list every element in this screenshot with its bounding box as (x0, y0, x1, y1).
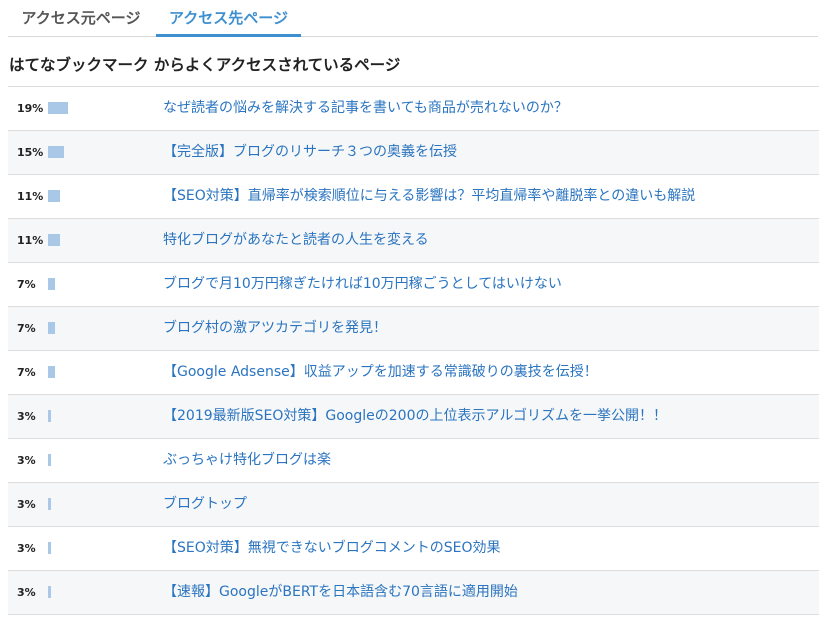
tab-bar: アクセス元ページ アクセス先ページ (8, 0, 818, 37)
list-item: 3% ぶっちゃけ特化ブログは楽 (8, 439, 819, 483)
list-item: 3% ブログトップ (8, 483, 819, 527)
percent-bar (48, 586, 51, 598)
page-title-link[interactable]: 【SEO対策】直帰率が検索順位に与える影響は？平均直帰率や離脱率との違いも解説 (163, 175, 695, 218)
list-item: 19% なぜ読者の悩みを解決する記事を書いても商品が売れないのか？ (8, 87, 819, 131)
tab-access-destination[interactable]: アクセス先ページ (156, 0, 301, 37)
percent-label: 11% (17, 234, 44, 247)
percent-label: 15% (17, 146, 44, 159)
list-item: 3% 【2019最新版SEO対策】Googleの200の上位表示アルゴリズムを一… (8, 395, 819, 439)
percent-bar (48, 366, 55, 378)
section-title: はてなブックマーク からよくアクセスされているページ (9, 56, 401, 74)
list-item: 15% 【完全版】ブログのリサーチ３つの奥義を伝授 (8, 131, 819, 175)
percent-label: 7% (17, 322, 36, 335)
list-item: 3% 【速報】GoogleがBERTを日本語含む70言語に適用開始 (8, 571, 819, 615)
page-title-link[interactable]: 【完全版】ブログのリサーチ３つの奥義を伝授 (163, 131, 457, 174)
percent-label: 3% (17, 498, 36, 511)
page-title-link[interactable]: 【速報】GoogleがBERTを日本語含む70言語に適用開始 (163, 571, 518, 614)
percent-bar (48, 190, 60, 202)
percent-label: 11% (17, 190, 44, 203)
tab-access-source[interactable]: アクセス元ページ (8, 0, 154, 36)
percent-bar (48, 498, 51, 510)
percent-label: 3% (17, 542, 36, 555)
page-title-link[interactable]: 【SEO対策】無視できないブログコメントのSEO効果 (163, 527, 501, 570)
list-item: 11% 特化ブログがあなたと読者の人生を変える (8, 219, 819, 263)
list-item: 3% 【SEO対策】無視できないブログコメントのSEO効果 (8, 527, 819, 571)
page-title-link[interactable]: ぶっちゃけ特化ブログは楽 (163, 439, 331, 482)
page-title-link[interactable]: ブログトップ (163, 483, 247, 526)
page-title-link[interactable]: ブログ村の激アツカテゴリを発見！ (163, 307, 387, 350)
page-title-link[interactable]: 【2019最新版SEO対策】Googleの200の上位表示アルゴリズムを一挙公開… (163, 395, 667, 438)
page-title-link[interactable]: なぜ読者の悩みを解決する記事を書いても商品が売れないのか？ (163, 87, 568, 130)
percent-label: 3% (17, 586, 36, 599)
percent-label: 7% (17, 278, 36, 291)
percent-label: 3% (17, 410, 36, 423)
page-title-link[interactable]: ブログで月10万円稼ぎたければ10万円稼ごうとしてはいけない (163, 263, 562, 306)
percent-bar (48, 146, 64, 158)
percent-bar (48, 410, 51, 422)
list-item: 7% 【Google Adsense】収益アップを加速する常識破りの裏技を伝授！ (8, 351, 819, 395)
percent-bar (48, 542, 51, 554)
list-item: 11% 【SEO対策】直帰率が検索順位に与える影響は？平均直帰率や離脱率との違い… (8, 175, 819, 219)
list-item: 7% ブログ村の激アツカテゴリを発見！ (8, 307, 819, 351)
percent-label: 19% (17, 102, 44, 115)
access-page-list: 19% なぜ読者の悩みを解決する記事を書いても商品が売れないのか？ 15% 【完… (8, 86, 819, 615)
percent-bar (48, 454, 51, 466)
percent-label: 3% (17, 454, 36, 467)
percent-bar (48, 102, 68, 114)
page-title-link[interactable]: 特化ブログがあなたと読者の人生を変える (163, 219, 429, 262)
percent-bar (48, 322, 55, 334)
percent-bar (48, 234, 60, 246)
page-title-link[interactable]: 【Google Adsense】収益アップを加速する常識破りの裏技を伝授！ (163, 351, 598, 394)
percent-bar (48, 278, 55, 290)
percent-label: 7% (17, 366, 36, 379)
list-item: 7% ブログで月10万円稼ぎたければ10万円稼ごうとしてはいけない (8, 263, 819, 307)
